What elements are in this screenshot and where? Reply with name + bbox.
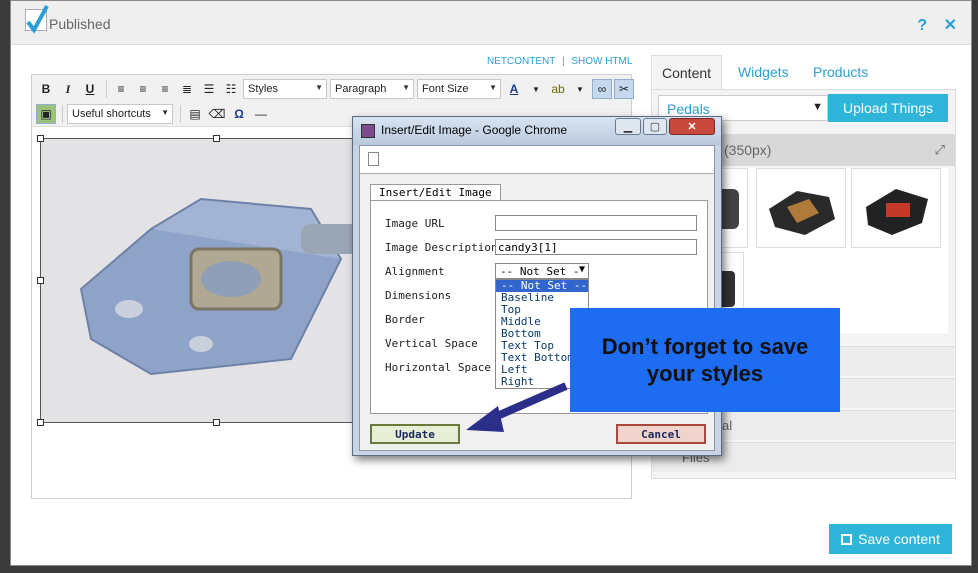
align-left-icon[interactable]: ≡ bbox=[111, 79, 131, 99]
folder-select-value: Pedals bbox=[667, 101, 710, 117]
align-right-icon[interactable]: ≡ bbox=[155, 79, 175, 99]
pedal-image-graphic bbox=[41, 139, 401, 422]
font-size-select[interactable]: Font Size ▼ bbox=[417, 79, 501, 99]
font-size-select-value: Font Size bbox=[422, 83, 469, 95]
image-description-input[interactable]: candy3[1] bbox=[495, 239, 697, 255]
shortcuts-select-value: Useful shortcuts bbox=[72, 108, 151, 120]
chevron-down-icon: ▼ bbox=[402, 83, 410, 92]
dialog-titlebar[interactable]: Insert/Edit Image - Google Chrome ▁ ▢ ✕ bbox=[353, 117, 721, 145]
underline-button[interactable]: U bbox=[80, 79, 100, 99]
selected-pedal-image[interactable] bbox=[37, 135, 401, 426]
upload-things-button[interactable]: Upload Things bbox=[828, 94, 948, 122]
alignment-select[interactable]: -- Not Set -- ▼ bbox=[495, 263, 589, 291]
text-color-icon[interactable]: A bbox=[504, 79, 524, 99]
tab-products[interactable]: Products bbox=[803, 55, 878, 89]
tab-widgets[interactable]: Widgets bbox=[728, 55, 799, 89]
vertical-space-label: Vertical Space bbox=[385, 337, 478, 350]
close-icon[interactable]: ✕ bbox=[944, 17, 957, 34]
image-url-label: Image URL bbox=[385, 217, 445, 230]
unlink-icon[interactable]: ✂ bbox=[614, 79, 634, 99]
show-html-link[interactable]: SHOW HTML bbox=[571, 56, 632, 67]
thumbnail[interactable] bbox=[851, 168, 941, 248]
dimensions-label: Dimensions bbox=[385, 289, 452, 302]
insert-image-icon[interactable]: ▣ bbox=[36, 104, 56, 124]
floppy-disk-icon bbox=[841, 533, 853, 545]
eraser-icon[interactable]: ⌫ bbox=[207, 104, 227, 124]
alignment-label: Alignment bbox=[385, 265, 445, 278]
horizontal-space-label: Horizontal Space bbox=[385, 361, 491, 374]
help-icon[interactable]: ? bbox=[917, 17, 927, 34]
italic-button[interactable]: I bbox=[58, 79, 78, 99]
netcontent-link[interactable]: NETCONTENT bbox=[487, 56, 555, 67]
highlight-dropdown-icon[interactable]: ▼ bbox=[570, 79, 590, 99]
paragraph-select-value: Paragraph bbox=[335, 83, 387, 95]
top-bar: Published ? ✕ bbox=[11, 1, 971, 45]
thumbnail[interactable] bbox=[756, 168, 846, 248]
document-icon bbox=[368, 152, 379, 166]
bold-button[interactable]: B bbox=[36, 79, 56, 99]
chevron-down-icon: ▼ bbox=[315, 83, 323, 92]
chevron-down-icon: ▼ bbox=[161, 108, 169, 117]
text-color-dropdown-icon[interactable]: ▼ bbox=[526, 79, 546, 99]
styles-select[interactable]: Styles ▼ bbox=[243, 79, 327, 99]
tutorial-callout: Don’t forget to save your styles bbox=[570, 308, 840, 412]
paste-icon[interactable]: ▤ bbox=[185, 104, 205, 124]
update-button[interactable]: Update bbox=[370, 424, 460, 444]
align-center-icon[interactable]: ≡ bbox=[133, 79, 153, 99]
chevron-down-icon: ▼ bbox=[489, 83, 497, 92]
link-icon[interactable]: ∞ bbox=[592, 79, 612, 99]
image-description-label: Image Description bbox=[385, 241, 498, 254]
save-content-button[interactable]: Save content bbox=[829, 524, 952, 554]
numbered-list-icon[interactable]: ☷ bbox=[221, 79, 241, 99]
tab-content[interactable]: Content bbox=[651, 55, 723, 89]
horizontal-rule-icon[interactable]: — bbox=[251, 104, 271, 124]
published-checkbox[interactable] bbox=[25, 5, 49, 34]
callout-arrow-icon bbox=[466, 382, 568, 432]
styles-select-value: Styles bbox=[248, 83, 278, 95]
chevron-down-icon: ▼ bbox=[812, 101, 823, 113]
images-section-label: (350px) bbox=[724, 142, 772, 158]
align-justify-icon[interactable]: ≣ bbox=[177, 79, 197, 99]
chevron-down-icon: ▼ bbox=[578, 264, 585, 275]
shortcuts-select[interactable]: Useful shortcuts ▼ bbox=[67, 104, 173, 124]
address-bar bbox=[360, 146, 714, 174]
cancel-button[interactable]: Cancel bbox=[616, 424, 706, 444]
window-close-icon[interactable]: ✕ bbox=[669, 118, 715, 135]
editor-links: NETCONTENT | SHOW HTML bbox=[487, 56, 632, 67]
bullet-list-icon[interactable]: ☰ bbox=[199, 79, 219, 99]
image-url-input[interactable] bbox=[495, 215, 697, 231]
omega-icon[interactable]: Ω bbox=[229, 104, 249, 124]
paragraph-select[interactable]: Paragraph ▼ bbox=[330, 79, 414, 99]
pedal-thumbnail-image bbox=[769, 191, 835, 235]
minimize-icon[interactable]: ▁ bbox=[615, 118, 641, 135]
callout-line-2: your styles bbox=[646, 361, 764, 386]
checkmark-icon bbox=[26, 5, 49, 34]
dialog-title: Insert/Edit Image - Google Chrome bbox=[381, 123, 568, 137]
maximize-icon[interactable]: ▢ bbox=[643, 118, 667, 135]
highlight-color-icon[interactable]: ab bbox=[548, 79, 568, 99]
published-label: Published bbox=[49, 16, 111, 32]
link-separator: | bbox=[561, 56, 565, 67]
pedal-thumbnail-image bbox=[866, 189, 928, 235]
callout-line-1: Don’t forget to save bbox=[601, 333, 809, 359]
save-content-label: Save content bbox=[858, 531, 940, 547]
expand-icon[interactable]: ⤢ bbox=[935, 142, 945, 158]
app-icon bbox=[361, 124, 375, 138]
border-label: Border bbox=[385, 313, 425, 326]
tab-insert-edit-image[interactable]: Insert/Edit Image bbox=[370, 184, 501, 200]
